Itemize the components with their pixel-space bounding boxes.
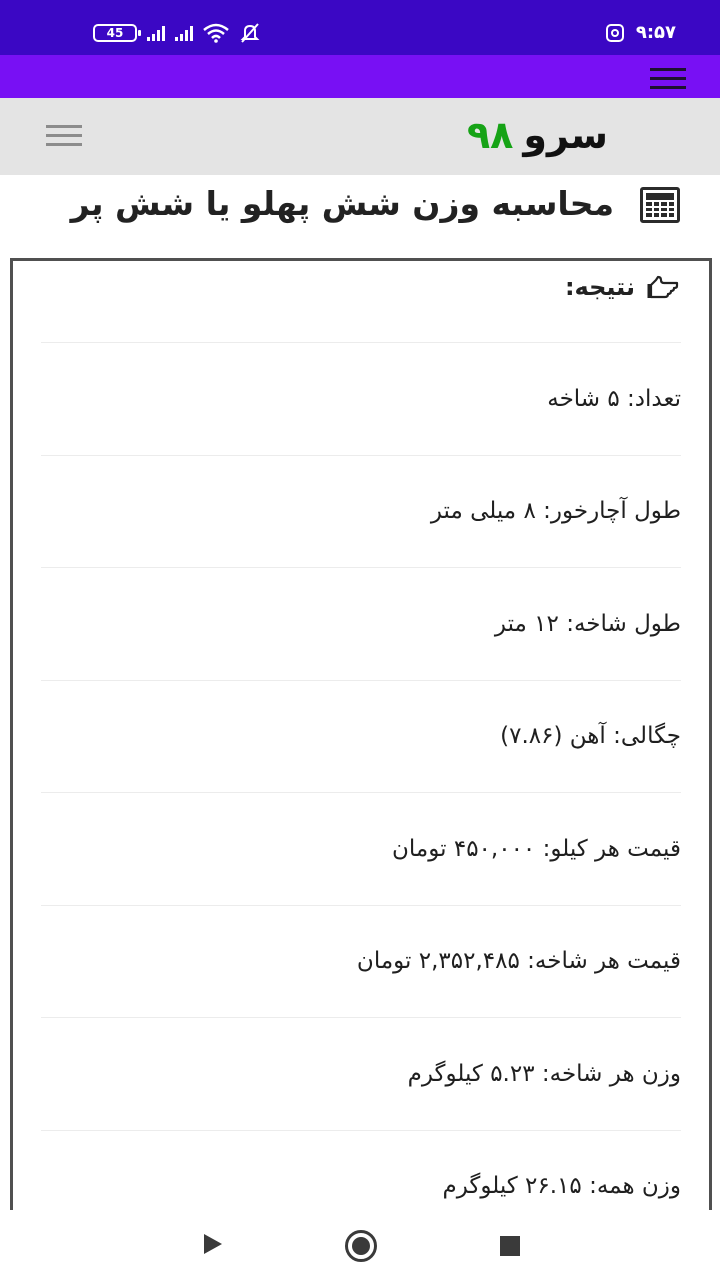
result-header: نتیجه: — [41, 261, 681, 343]
result-wrench-size: طول آچارخور: ۸ میلی متر — [41, 456, 681, 568]
signal-icon — [147, 25, 165, 41]
result-panel: نتیجه: تعداد: ۵ شاخه طول آچارخور: ۸ میلی… — [10, 258, 712, 1218]
result-price-per-bar: قیمت هر شاخه: ۲,۳۵۲,۴۸۵ تومان — [41, 906, 681, 1018]
result-density: چگالی: آهن (۷.۸۶) — [41, 681, 681, 793]
hand-pointing-icon — [647, 275, 681, 301]
site-header — [0, 98, 720, 175]
signal-icon — [175, 25, 193, 41]
recents-icon[interactable] — [500, 1236, 520, 1256]
back-icon[interactable] — [204, 1234, 222, 1254]
site-logo[interactable]: سرو ۹۸ — [467, 113, 608, 163]
bell-muted-icon — [240, 23, 260, 43]
page-title: محاسبه وزن شش پهلو یا شش پر — [70, 184, 614, 223]
app-bar — [0, 55, 720, 98]
wifi-icon — [203, 23, 229, 43]
status-icons-left: 45 — [93, 22, 261, 44]
hamburger-icon[interactable] — [46, 125, 82, 147]
result-weight-per-bar: وزن هر شاخه: ۵.۲۳ کیلوگرم — [41, 1018, 681, 1131]
result-label: نتیجه: — [564, 273, 635, 301]
status-bar: 45 ۹:۵۷ — [0, 0, 720, 55]
result-bar-length: طول شاخه: ۱۲ متر — [41, 568, 681, 681]
status-icons-right: ۹:۵۷ — [605, 22, 676, 43]
home-icon[interactable] — [345, 1230, 377, 1262]
instagram-icon — [605, 23, 624, 42]
logo-text: سرو — [523, 113, 608, 157]
page-title-row: محاسبه وزن شش پهلو یا شش پر — [0, 178, 720, 240]
battery-icon: 45 — [93, 24, 141, 42]
calculator-icon — [640, 187, 680, 223]
battery-level: 45 — [106, 26, 124, 40]
logo-number: ۹۸ — [466, 113, 514, 157]
result-count: تعداد: ۵ شاخه — [41, 343, 681, 456]
system-nav-bar — [0, 1210, 720, 1280]
result-total-weight: وزن همه: ۲۶.۱۵ کیلوگرم — [41, 1131, 681, 1219]
status-time: ۹:۵۷ — [635, 22, 676, 43]
result-price-per-kg: قیمت هر کیلو: ۴۵۰,۰۰۰ تومان — [41, 793, 681, 906]
app-menu-icon[interactable] — [650, 68, 686, 90]
